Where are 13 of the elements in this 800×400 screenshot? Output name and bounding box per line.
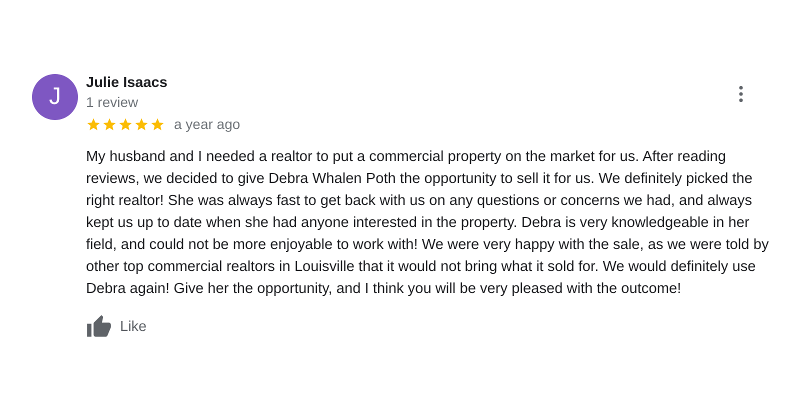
thumbs-up-icon — [86, 314, 112, 340]
more-options-icon[interactable] — [737, 84, 745, 104]
reviewer-name[interactable]: Julie Isaacs — [86, 74, 240, 92]
star-icon — [118, 116, 133, 132]
like-button[interactable]: Like — [86, 314, 147, 340]
star-icon — [102, 116, 117, 132]
review-text: My husband and I needed a realtor to put a commercial property on the market for us. After reading reviews, we decided to give Debra Whalen Poth the opportunity to sell it for us. We definitely picked the right realtor! She was always fast to get back with us on any questions or concerns we had, and always kept us up to date when she had anyone interested in the property. Debra is very knowledgeable in her field, and could not be more enjoyable to work with! We were very happy with the sale, as we were told by other top commercial realtors in Louisville that it would not bring what it sold for. We would definitely use Debra again! Give her the opportunity, and I think you will be very pleased with the outcome! — [86, 148, 770, 299]
star-icon — [134, 116, 149, 132]
review-time: a year ago — [174, 116, 240, 132]
star-icon — [86, 116, 101, 132]
star-icon — [150, 116, 165, 132]
avatar: J — [32, 74, 78, 120]
review-count: 1 review — [86, 93, 140, 112]
